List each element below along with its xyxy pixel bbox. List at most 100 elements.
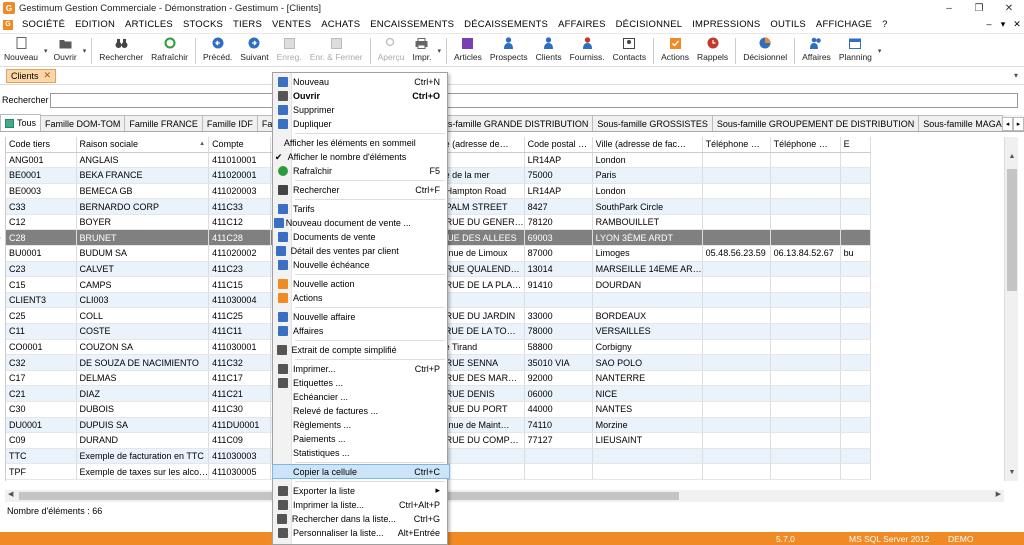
table-cell[interactable]: 87000 [524,245,593,262]
table-cell[interactable] [840,198,871,215]
table-cell[interactable] [770,292,841,309]
table-cell[interactable]: 411C17 [208,370,272,387]
table-cell[interactable]: 411030001 [208,339,272,356]
tab-sous-famille-magasins[interactable]: Sous-famille MAGASI [918,115,1003,131]
table-cell[interactable]: ANGLAIS [76,152,210,169]
table-cell[interactable] [840,229,871,247]
scroll-left-icon[interactable]: ◀ [8,490,13,498]
contacts-button[interactable]: Contacts [609,35,651,62]
table-cell[interactable]: Exemple de taxes sur les alco… [76,463,210,480]
table-cell[interactable]: 411C30 [208,401,272,418]
table-cell[interactable]: 69003 [524,229,593,247]
table-cell[interactable]: TTC [6,448,77,465]
table-cell[interactable]: LIEUSAINT [592,432,703,449]
table-cell[interactable]: BORDEAUX [592,307,703,325]
context-menu-item-relevé-de-factures[interactable]: Relevé de factures ... [273,404,449,417]
table-cell[interactable]: MARSEILLE 14EME AR… [592,261,703,278]
tab-sous-famille-grande-distribution[interactable]: Sous-famille GRANDE DISTRIBUTION [426,115,594,131]
fournisseurs-button[interactable]: Fourniss. [566,35,609,62]
table-cell[interactable] [702,261,771,278]
table-cell[interactable]: CLI003 [76,292,210,309]
table-cell[interactable]: 8427 [524,198,593,215]
table-cell[interactable] [524,463,593,480]
table-cell[interactable]: LYON 3ÈME ARDT [592,229,703,247]
table-cell[interactable]: COLL [76,307,210,325]
table-cell[interactable]: C17 [6,370,77,387]
tabs-scroll-left-icon[interactable]: ◂ [1002,117,1013,131]
context-menu-item-tarifs[interactable]: Tarifs [273,202,449,215]
table-cell[interactable] [840,448,871,465]
table-cell[interactable] [770,417,841,434]
context-menu-item-ouvrir[interactable]: Ouvrir Ctrl+O [273,89,449,102]
context-menu-item-actions[interactable]: Actions [273,291,449,304]
table-cell[interactable]: CAMPS [76,276,210,293]
table-cell[interactable]: 411030005 [208,463,272,480]
table-cell[interactable]: Limoges [592,245,703,262]
table-cell[interactable]: 411020001 [208,167,272,184]
nouveau-button[interactable]: Nouveau [0,35,42,62]
table-cell[interactable]: DURAND [76,432,210,449]
table-cell[interactable] [702,214,771,231]
table-cell[interactable]: DU0001 [6,417,77,434]
mdi-minimize-button[interactable]: – [982,19,996,30]
table-cell[interactable] [770,276,841,293]
table-cell[interactable] [702,385,771,402]
table-cell[interactable]: 411C23 [208,261,272,278]
table-cell[interactable] [770,167,841,184]
column-header[interactable]: Code tiers [6,137,77,153]
table-cell[interactable] [702,276,771,293]
mdi-menu-button[interactable]: ▾ [996,19,1010,30]
ouvrir-button[interactable]: Ouvrir [50,35,81,62]
table-cell[interactable] [702,307,771,325]
table-cell[interactable] [840,432,871,449]
menu-achats[interactable]: ACHATS [316,19,365,30]
menu-help[interactable]: ? [877,19,892,30]
menu-impressions[interactable]: IMPRESSIONS [687,19,765,30]
enregistrer-button[interactable]: Enreg. [273,35,306,62]
table-cell[interactable]: COSTE [76,323,210,340]
table-cell[interactable] [770,229,841,247]
table-cell[interactable]: DE SOUZA DE NACIMIENTO [76,354,210,371]
table-cell[interactable]: C25 [6,307,77,325]
scroll-down-icon[interactable]: ▼ [1005,469,1019,481]
table-cell[interactable] [840,354,871,371]
actions-button[interactable]: Actions [657,35,693,62]
table-cell[interactable] [702,417,771,434]
table-cell[interactable] [840,323,871,340]
table-cell[interactable] [702,448,771,465]
table-cell[interactable]: DOURDAN [592,276,703,293]
table-cell[interactable]: ANG001 [6,152,77,169]
column-header[interactable]: E [840,137,871,153]
toolbar-more-icon[interactable]: ▾ [878,47,882,55]
articles-button[interactable]: Articles [450,35,486,62]
table-cell[interactable]: London [592,183,703,200]
planning-button[interactable]: Planning [835,35,876,62]
table-cell[interactable]: 77127 [524,432,593,449]
menu-tiers[interactable]: TIERS [228,19,267,30]
vertical-scrollbar[interactable]: ▲ ▼ [1004,137,1018,481]
table-cell[interactable]: Paris [592,167,703,184]
table-cell[interactable]: BEKA FRANCE [76,167,210,184]
table-cell[interactable] [524,448,593,465]
table-cell[interactable]: VERSAILLES [592,323,703,340]
table-cell[interactable] [702,167,771,184]
close-window-button[interactable]: ✕ [994,3,1024,14]
table-cell[interactable] [770,448,841,465]
table-cell[interactable] [840,292,871,309]
tab-famille-idf[interactable]: Famille IDF [201,115,258,131]
table-cell[interactable] [524,292,593,309]
menu-affaires[interactable]: AFFAIRES [553,19,611,30]
table-cell[interactable]: COUZON SA [76,339,210,356]
table-cell[interactable]: LR14AP [524,183,593,200]
table-cell[interactable]: 411020002 [208,245,272,262]
table-cell[interactable]: BERNARDO CORP [76,198,210,215]
context-menu-item-rafraîchir[interactable]: Rafraîchir F5 [273,164,449,177]
table-cell[interactable] [840,463,871,480]
context-menu-item-nouvelle-échéance[interactable]: Nouvelle échéance [273,258,449,271]
table-cell[interactable]: SouthPark Circle [592,198,703,215]
table-cell[interactable]: BU0001 [6,245,77,262]
menu-affichage[interactable]: AFFICHAGE [811,19,877,30]
context-menu-item-exporter-la-liste[interactable]: Exporter la liste ▸ [273,484,449,497]
tab-famille-france[interactable]: Famille FRANCE [124,115,203,131]
table-cell[interactable]: 92000 [524,370,593,387]
